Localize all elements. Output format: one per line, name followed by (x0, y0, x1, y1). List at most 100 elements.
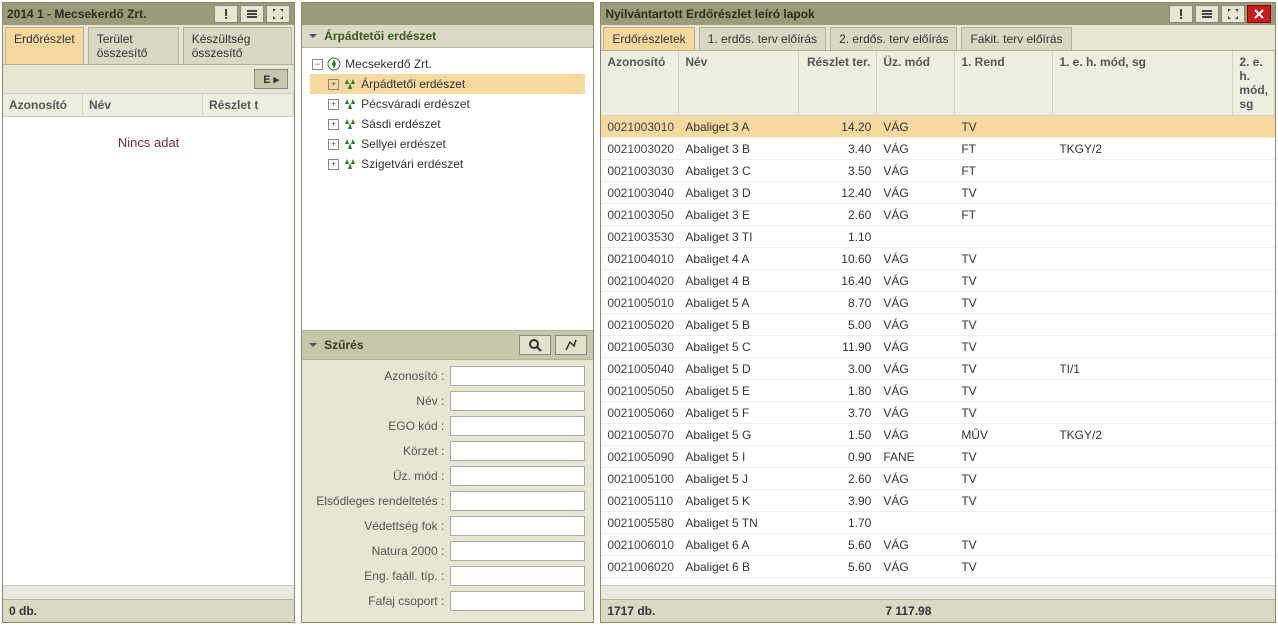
right-tab-fakit[interactable]: Fakit. terv előírás (961, 27, 1071, 50)
table-row[interactable]: 0021005020Abaliget 5 B5.00VÁGTV (601, 314, 1275, 336)
table-row[interactable]: 0021005040Abaliget 5 D3.00VÁGTVTI/1 (601, 358, 1275, 380)
tree-node[interactable]: +Sásdi erdészet (310, 114, 585, 134)
col-uzmod[interactable]: Üz. mód (877, 51, 955, 115)
table-row[interactable]: 0021003010Abaliget 3 A14.20VÁGTV (601, 116, 1275, 138)
expander-icon[interactable]: + (328, 79, 339, 90)
tree-section-head[interactable]: Árpádtetői erdészet (302, 25, 593, 48)
filter-row: Azonosító : (310, 366, 585, 386)
tree-node[interactable]: +Árpádtetői erdészet (310, 74, 585, 94)
filter-label: Natura 2000 : (310, 544, 450, 558)
left-expand-button[interactable] (266, 5, 290, 23)
right-warn-button[interactable] (1169, 5, 1193, 23)
col-nev[interactable]: Név (679, 51, 799, 115)
cell-rend (955, 235, 1053, 239)
left-col-reszlet[interactable]: Részlet t (203, 94, 294, 116)
filter-input-4[interactable] (450, 466, 585, 486)
right-tab-erdoreszletek[interactable]: Erdőrészletek (603, 27, 694, 50)
filter-section-head[interactable]: Szűrés (302, 330, 593, 360)
filter-row: Körzet : (310, 441, 585, 461)
filter-row: Natura 2000 : (310, 541, 585, 561)
expander-icon[interactable]: + (328, 119, 339, 130)
right-scrollbar-h[interactable] (601, 585, 1275, 599)
table-row[interactable]: 0021005070Abaliget 5 G1.50VÁGMŰVTKGY/2 (601, 424, 1275, 446)
cell-eh1 (1053, 389, 1233, 393)
table-row[interactable]: 0021005100Abaliget 5 J2.60VÁGTV (601, 468, 1275, 490)
cell-rend: TV (955, 382, 1053, 400)
table-row[interactable]: 0021005050Abaliget 5 E1.80VÁGTV (601, 380, 1275, 402)
cell-rend: MŰV (955, 426, 1053, 444)
right-list-button[interactable] (1195, 5, 1219, 23)
left-col-azonosito[interactable]: Azonosító (3, 94, 83, 116)
expander-icon[interactable]: + (328, 139, 339, 150)
table-row[interactable]: 0021005580Abaliget 5 TN1.70 (601, 512, 1275, 534)
cell-id: 0021005090 (601, 448, 679, 466)
col-rend[interactable]: 1. Rend (955, 51, 1053, 115)
table-row[interactable]: 0021003040Abaliget 3 D12.40VÁGTV (601, 182, 1275, 204)
cell-uz: VÁG (877, 382, 955, 400)
table-row[interactable]: 0021005090Abaliget 5 I0.90FANETV (601, 446, 1275, 468)
col-azonosito[interactable]: Azonosító (601, 51, 679, 115)
table-row[interactable]: 0021005060Abaliget 5 F3.70VÁGTV (601, 402, 1275, 424)
left-status-count: 0 db. (9, 604, 37, 618)
col-eh2[interactable]: 2. e. h. mód, sg (1233, 51, 1275, 115)
tree-view[interactable]: − Mecsekerdő Zrt. +Árpádtetői erdészet+P… (302, 48, 593, 330)
forest-icon (343, 137, 357, 151)
table-row[interactable]: 0021003020Abaliget 3 B3.40VÁGFTTKGY/2 (601, 138, 1275, 160)
table-row[interactable]: 0021003530Abaliget 3 TI1.10 (601, 226, 1275, 248)
filter-input-7[interactable] (450, 541, 585, 561)
table-row[interactable]: 0021006020Abaliget 6 B5.60VÁGTV (601, 556, 1275, 578)
table-row[interactable]: 0021005030Abaliget 5 C11.90VÁGTV (601, 336, 1275, 358)
cell-rend: FT (955, 206, 1053, 224)
filter-input-2[interactable] (450, 416, 585, 436)
left-tab-terulet[interactable]: Terület összesítő (88, 27, 179, 64)
tree-node-label: Szigetvári erdészet (361, 157, 463, 171)
table-row[interactable]: 0021003050Abaliget 3 E2.60VÁGFT (601, 204, 1275, 226)
filter-input-5[interactable] (450, 491, 585, 511)
table-row[interactable]: 0021005010Abaliget 5 A8.70VÁGTV (601, 292, 1275, 314)
expander-icon[interactable]: + (328, 99, 339, 110)
table-row[interactable]: 0021004020Abaliget 4 B16.40VÁGTV (601, 270, 1275, 292)
col-reszletter[interactable]: Részlet ter. (799, 51, 877, 115)
left-col-nev[interactable]: Név (83, 94, 203, 116)
filter-input-3[interactable] (450, 441, 585, 461)
cell-rend (955, 521, 1053, 525)
right-tab-erdos1[interactable]: 1. erdős. terv előírás (699, 27, 826, 50)
table-row[interactable]: 0021005110Abaliget 5 K3.90VÁGTV (601, 490, 1275, 512)
table-row[interactable]: 0021006010Abaliget 6 A5.60VÁGTV (601, 534, 1275, 556)
right-expand-button[interactable] (1221, 5, 1245, 23)
filter-input-8[interactable] (450, 566, 585, 586)
tree-node[interactable]: +Sellyei erdészet (310, 134, 585, 154)
right-tab-erdos2[interactable]: 2. erdős. terv előírás (830, 27, 957, 50)
left-tab-keszultseg[interactable]: Készültség összesítő (183, 27, 292, 64)
left-list-button[interactable] (240, 5, 264, 23)
tree-node[interactable]: + Szigetvári erdészet (310, 154, 585, 174)
clear-filter-button[interactable] (555, 335, 587, 355)
table-row[interactable]: 0021004010Abaliget 4 A10.60VÁGTV (601, 248, 1275, 270)
cell-nev: Abaliget 5 K (679, 492, 799, 510)
cell-ter: 12.40 (799, 184, 877, 202)
tree-node[interactable]: +Pécsváradi erdészet (310, 94, 585, 114)
left-tab-erdoreszlet[interactable]: Erdőrészlet (5, 27, 84, 64)
expander-icon[interactable]: − (312, 59, 323, 70)
col-eh1[interactable]: 1. e. h. mód, sg (1053, 51, 1233, 115)
filter-input-0[interactable] (450, 366, 585, 386)
expander-icon[interactable]: + (328, 159, 339, 170)
middle-panel: Árpádtetői erdészet − Mecsekerdő Zrt. +Á… (301, 2, 594, 623)
cell-eh1 (1053, 257, 1233, 261)
right-table-body[interactable]: 0021003010Abaliget 3 A14.20VÁGTV00210030… (601, 116, 1275, 585)
filter-input-6[interactable] (450, 516, 585, 536)
cell-rend: TV (955, 316, 1053, 334)
filter-input-1[interactable] (450, 391, 585, 411)
close-button[interactable] (1247, 5, 1271, 23)
cell-eh2 (1233, 477, 1253, 481)
cell-ter: 16.40 (799, 272, 877, 290)
left-warn-button[interactable] (214, 5, 238, 23)
filter-input-9[interactable] (450, 591, 585, 611)
tree-root[interactable]: − Mecsekerdő Zrt. (310, 54, 585, 74)
cell-rend: TV (955, 338, 1053, 356)
left-titlebar: 2014 1 - Mecsekerdő Zrt. (3, 3, 294, 25)
table-row[interactable]: 0021003030Abaliget 3 C3.50VÁGFT (601, 160, 1275, 182)
left-scrollbar-h[interactable] (3, 585, 294, 599)
export-button[interactable]: E ▸ (254, 69, 288, 89)
search-button[interactable] (519, 335, 551, 355)
